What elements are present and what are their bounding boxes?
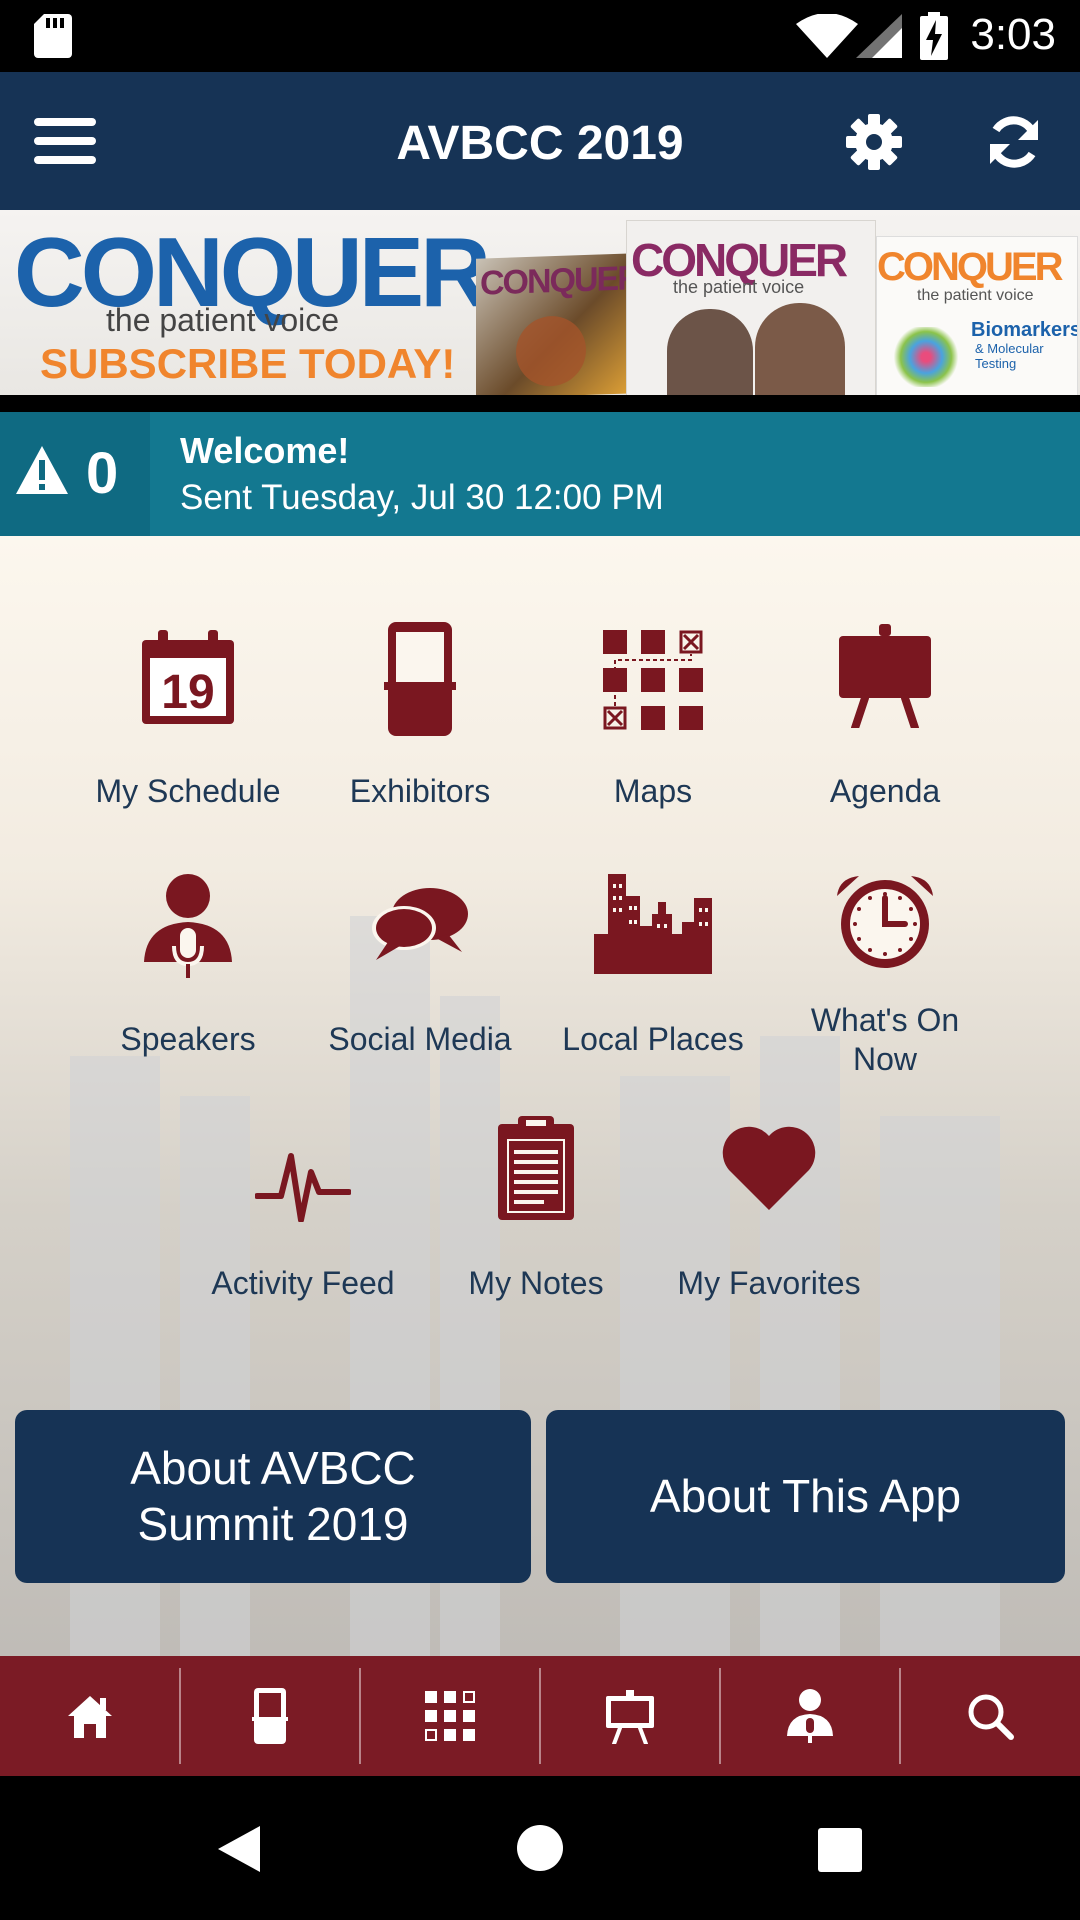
tile-agenda[interactable]: Agenda: [770, 624, 1000, 809]
refresh-icon[interactable]: [986, 114, 1042, 170]
banner-cta: SUBSCRIBE TODAY!: [40, 340, 456, 387]
app-title: AVBCC 2019: [396, 117, 684, 170]
alarm-clock-icon: [837, 876, 933, 968]
recents-icon[interactable]: [818, 1828, 862, 1872]
battery-charging-icon: [920, 12, 948, 60]
system-nav-bar: [0, 1776, 1080, 1920]
notification-sent-time: Sent Tuesday, Jul 30 12:00 PM: [180, 478, 664, 517]
tile-label: Social Media: [328, 1021, 512, 1057]
signal-icon: [856, 14, 902, 58]
easel-icon: [839, 624, 931, 728]
subscribe-banner[interactable]: CONQUER the patient voice SUBSCRIBE TODA…: [0, 210, 1080, 395]
nav-maps[interactable]: [360, 1656, 540, 1776]
nav-search[interactable]: [900, 1656, 1080, 1776]
alert-count: 0: [86, 441, 119, 506]
nav-home[interactable]: [0, 1656, 180, 1776]
gear-icon[interactable]: [846, 114, 902, 170]
tile-label: Maps: [613, 773, 693, 809]
tile-activity-feed[interactable]: Activity Feed: [188, 1120, 418, 1301]
tile-label: Local Places: [562, 1021, 744, 1057]
alert-count-box: 0: [0, 412, 150, 536]
magazine-cover-3: CONQUER the patient voice Biomarkers & M…: [876, 236, 1078, 395]
nav-speakers[interactable]: [720, 1656, 900, 1776]
magazine-cover-1: CONQUER: [476, 253, 636, 395]
tile-label: Agenda: [829, 773, 941, 809]
tile-label: My Favorites: [677, 1265, 861, 1301]
about-event-line-2: Summit 2019: [137, 1498, 409, 1550]
speaker-icon: [144, 874, 232, 978]
tile-speakers[interactable]: Speakers: [73, 874, 303, 1057]
tile-social-media[interactable]: Social Media: [305, 876, 535, 1057]
tile-label: Activity Feed: [211, 1265, 395, 1301]
magazine-cover-2: CONQUER the patient voice: [626, 220, 876, 395]
heartbeat-icon: [255, 1153, 351, 1222]
clipboard-icon: [498, 1116, 574, 1220]
tile-maps[interactable]: Maps: [538, 628, 768, 809]
tile-label: Exhibitors: [349, 773, 491, 809]
app-bar: AVBCC 2019: [0, 72, 1080, 210]
easel-icon: [606, 1690, 654, 1744]
sd-card-icon: [34, 14, 72, 58]
banner-tagline: the patient voice: [106, 302, 340, 338]
city-skyline-icon: [594, 874, 712, 974]
home-icon: [68, 1696, 112, 1738]
notification-title: Welcome!: [180, 430, 350, 471]
notification-bar[interactable]: 0 Welcome! Sent Tuesday, Jul 30 12:00 PM: [0, 412, 1080, 536]
booth-icon: [252, 1688, 288, 1744]
bottom-nav: [0, 1656, 1080, 1776]
tile-exhibitors[interactable]: Exhibitors: [305, 622, 535, 809]
tile-my-schedule[interactable]: 19 My Schedule: [73, 628, 303, 809]
about-event-line-1: About AVBCC: [130, 1442, 416, 1494]
tile-label: My Schedule: [95, 773, 281, 809]
calendar-icon: 19: [142, 630, 234, 724]
chat-bubbles-icon: [372, 888, 468, 960]
about-app-label: About This App: [649, 1470, 962, 1522]
svg-text:19: 19: [161, 666, 214, 719]
tile-label: My Notes: [468, 1265, 604, 1301]
tile-my-favorites[interactable]: My Favorites: [654, 1120, 884, 1301]
speaker-icon: [787, 1689, 833, 1743]
heart-icon: [722, 1126, 816, 1210]
nav-exhibitors[interactable]: [180, 1656, 360, 1776]
warning-icon: [16, 446, 68, 494]
tile-local-places[interactable]: Local Places: [538, 874, 768, 1057]
clock: 3:03: [970, 10, 1056, 59]
status-bar: 3:03: [0, 0, 1080, 72]
map-grid-icon: [603, 630, 703, 730]
home-grid: 19 My Schedule Exhibitors Maps Agenda Sp…: [0, 536, 1080, 1656]
about-app-button[interactable]: About This App: [546, 1410, 1065, 1583]
map-grid-icon: [425, 1691, 475, 1741]
back-icon[interactable]: [216, 1824, 262, 1874]
booth-icon: [384, 622, 456, 736]
tile-my-notes[interactable]: My Notes: [421, 1116, 651, 1301]
tile-label: Speakers: [120, 1021, 256, 1057]
tile-whats-on-now[interactable]: What's On Now: [770, 876, 1000, 1077]
about-event-button[interactable]: About AVBCC Summit 2019: [15, 1410, 531, 1583]
tile-label: What's On Now: [810, 1002, 960, 1077]
nav-agenda[interactable]: [540, 1656, 720, 1776]
wifi-icon: [796, 14, 858, 58]
search-icon: [968, 1694, 1014, 1740]
home-button-icon[interactable]: [516, 1824, 564, 1872]
